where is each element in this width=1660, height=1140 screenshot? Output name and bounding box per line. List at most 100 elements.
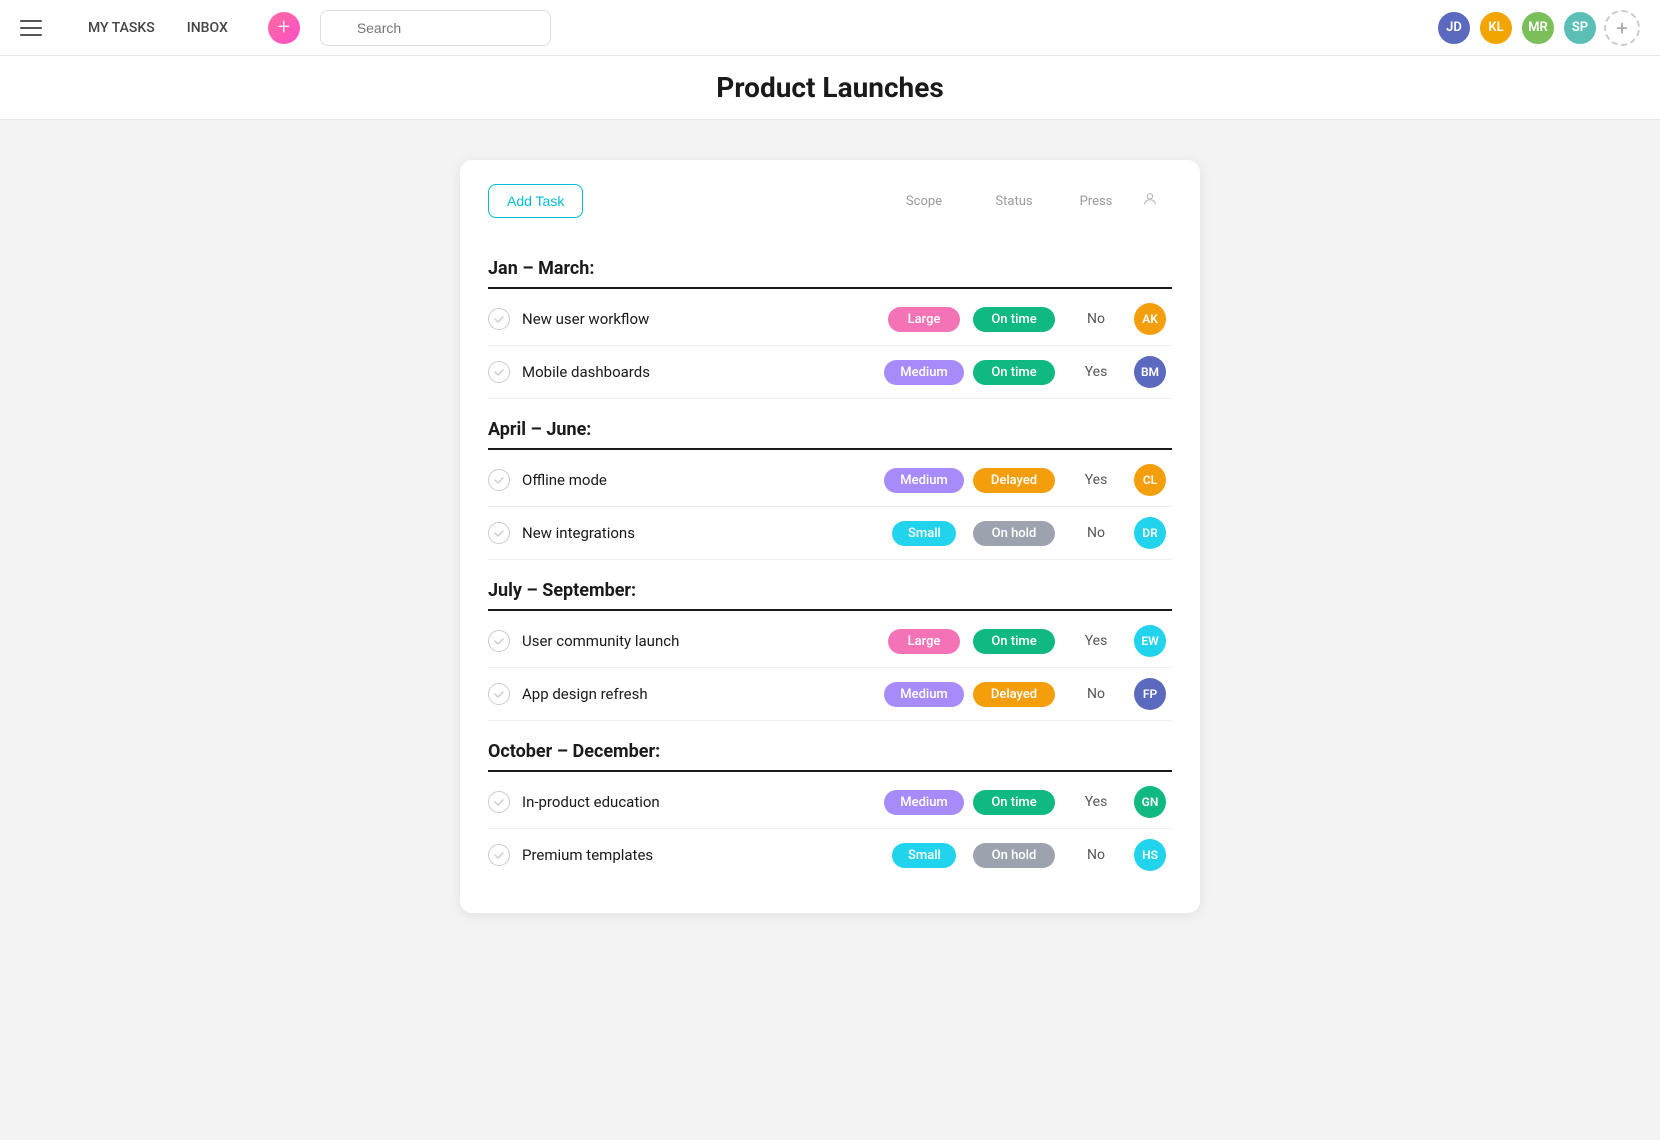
table-row: Premium templates Small On hold No HS [488, 829, 1172, 881]
table-row: Offline mode Medium Delayed Yes CL [488, 454, 1172, 507]
section-divider-q3 [488, 609, 1172, 611]
task-status-cell: On hold [964, 843, 1064, 868]
status-badge: On time [973, 629, 1055, 654]
task-checkbox[interactable] [488, 630, 510, 652]
avatar[interactable]: DR [1134, 517, 1166, 549]
nav-avatar-2[interactable]: KL [1478, 10, 1514, 46]
scope-badge: Medium [884, 360, 964, 385]
sections-container: Jan – March: New user workflow Large On … [488, 238, 1172, 881]
task-status-cell: Delayed [964, 468, 1064, 493]
task-person-cell: AK [1128, 303, 1172, 335]
task-cols: Medium On time Yes GN [884, 786, 1172, 818]
scope-badge: Large [888, 307, 960, 332]
col-header-status: Status [964, 194, 1064, 209]
status-badge: Delayed [973, 468, 1055, 493]
avatar[interactable]: FP [1134, 678, 1166, 710]
scope-badge: Small [892, 843, 956, 868]
task-checkbox[interactable] [488, 522, 510, 544]
task-press-cell: No [1064, 525, 1128, 541]
task-person-cell: DR [1128, 517, 1172, 549]
task-checkbox[interactable] [488, 469, 510, 491]
avatar[interactable]: HS [1134, 839, 1166, 871]
nav-avatar-4[interactable]: SP [1562, 10, 1598, 46]
task-scope-cell: Large [884, 629, 964, 654]
task-status-cell: On hold [964, 521, 1064, 546]
task-checkbox[interactable] [488, 683, 510, 705]
status-badge: On hold [973, 521, 1055, 546]
avatar[interactable]: EW [1134, 625, 1166, 657]
task-checkbox[interactable] [488, 361, 510, 383]
task-name: New user workflow [522, 310, 884, 328]
table-row: User community launch Large On time Yes … [488, 615, 1172, 668]
avatar[interactable]: CL [1134, 464, 1166, 496]
column-headers: Scope Status Press [884, 191, 1172, 211]
scope-badge: Medium [884, 468, 964, 493]
nav-avatar-1[interactable]: JD [1436, 10, 1472, 46]
task-scope-cell: Medium [884, 682, 964, 707]
page-title-bar: Product Launches [0, 56, 1660, 120]
task-person-cell: HS [1128, 839, 1172, 871]
table-row: In-product education Medium On time Yes … [488, 776, 1172, 829]
col-header-press: Press [1064, 194, 1128, 209]
section-divider-q2 [488, 448, 1172, 450]
task-name: User community launch [522, 632, 884, 650]
table-row: App design refresh Medium Delayed No FP [488, 668, 1172, 721]
add-member-button[interactable]: + [1604, 10, 1640, 46]
avatar[interactable]: GN [1134, 786, 1166, 818]
section-title-q1: Jan – March: [488, 238, 1172, 287]
status-badge: Delayed [973, 682, 1055, 707]
avatar[interactable]: BM [1134, 356, 1166, 388]
task-checkbox[interactable] [488, 791, 510, 813]
top-nav: MY TASKS INBOX + 🔍 JD KL MR SP + [0, 0, 1660, 56]
task-status-cell: Delayed [964, 682, 1064, 707]
section-title-q4: October – December: [488, 721, 1172, 770]
task-person-cell: EW [1128, 625, 1172, 657]
add-button[interactable]: + [268, 12, 300, 44]
task-scope-cell: Medium [884, 790, 964, 815]
task-person-cell: CL [1128, 464, 1172, 496]
nav-inbox[interactable]: INBOX [171, 12, 244, 44]
task-cols: Small On hold No DR [884, 517, 1172, 549]
task-scope-cell: Medium [884, 468, 964, 493]
task-person-cell: GN [1128, 786, 1172, 818]
nav-avatars: JD KL MR SP + [1436, 10, 1640, 46]
task-checkbox[interactable] [488, 308, 510, 330]
nav-avatar-3[interactable]: MR [1520, 10, 1556, 46]
task-person-cell: FP [1128, 678, 1172, 710]
task-cols: Small On hold No HS [884, 839, 1172, 871]
task-scope-cell: Small [884, 521, 964, 546]
task-name: App design refresh [522, 685, 884, 703]
task-name: In-product education [522, 793, 884, 811]
table-row: Mobile dashboards Medium On time Yes BM [488, 346, 1172, 399]
status-badge: On hold [973, 843, 1055, 868]
scope-badge: Large [888, 629, 960, 654]
task-card: Add Task Scope Status Press Jan – March:… [460, 160, 1200, 913]
avatar[interactable]: AK [1134, 303, 1166, 335]
task-press-cell: Yes [1064, 794, 1128, 810]
task-cols: Medium Delayed Yes CL [884, 464, 1172, 496]
task-status-cell: On time [964, 307, 1064, 332]
task-cols: Medium On time Yes BM [884, 356, 1172, 388]
task-press-cell: No [1064, 686, 1128, 702]
search-input[interactable] [320, 10, 551, 46]
task-name: Offline mode [522, 471, 884, 489]
task-press-cell: No [1064, 311, 1128, 327]
scope-badge: Medium [884, 790, 964, 815]
task-name: Mobile dashboards [522, 363, 884, 381]
nav-my-tasks[interactable]: MY TASKS [72, 12, 171, 44]
status-badge: On time [973, 790, 1055, 815]
add-task-button[interactable]: Add Task [488, 184, 583, 218]
task-scope-cell: Medium [884, 360, 964, 385]
table-row: New user workflow Large On time No AK [488, 293, 1172, 346]
task-press-cell: Yes [1064, 633, 1128, 649]
task-name: New integrations [522, 524, 884, 542]
col-header-person [1128, 191, 1172, 211]
task-press-cell: Yes [1064, 472, 1128, 488]
scope-badge: Medium [884, 682, 964, 707]
section-divider-q4 [488, 770, 1172, 772]
task-cols: Medium Delayed No FP [884, 678, 1172, 710]
hamburger-menu[interactable] [20, 12, 52, 44]
task-checkbox[interactable] [488, 844, 510, 866]
col-header-scope: Scope [884, 194, 964, 209]
task-cols: Large On time Yes EW [884, 625, 1172, 657]
